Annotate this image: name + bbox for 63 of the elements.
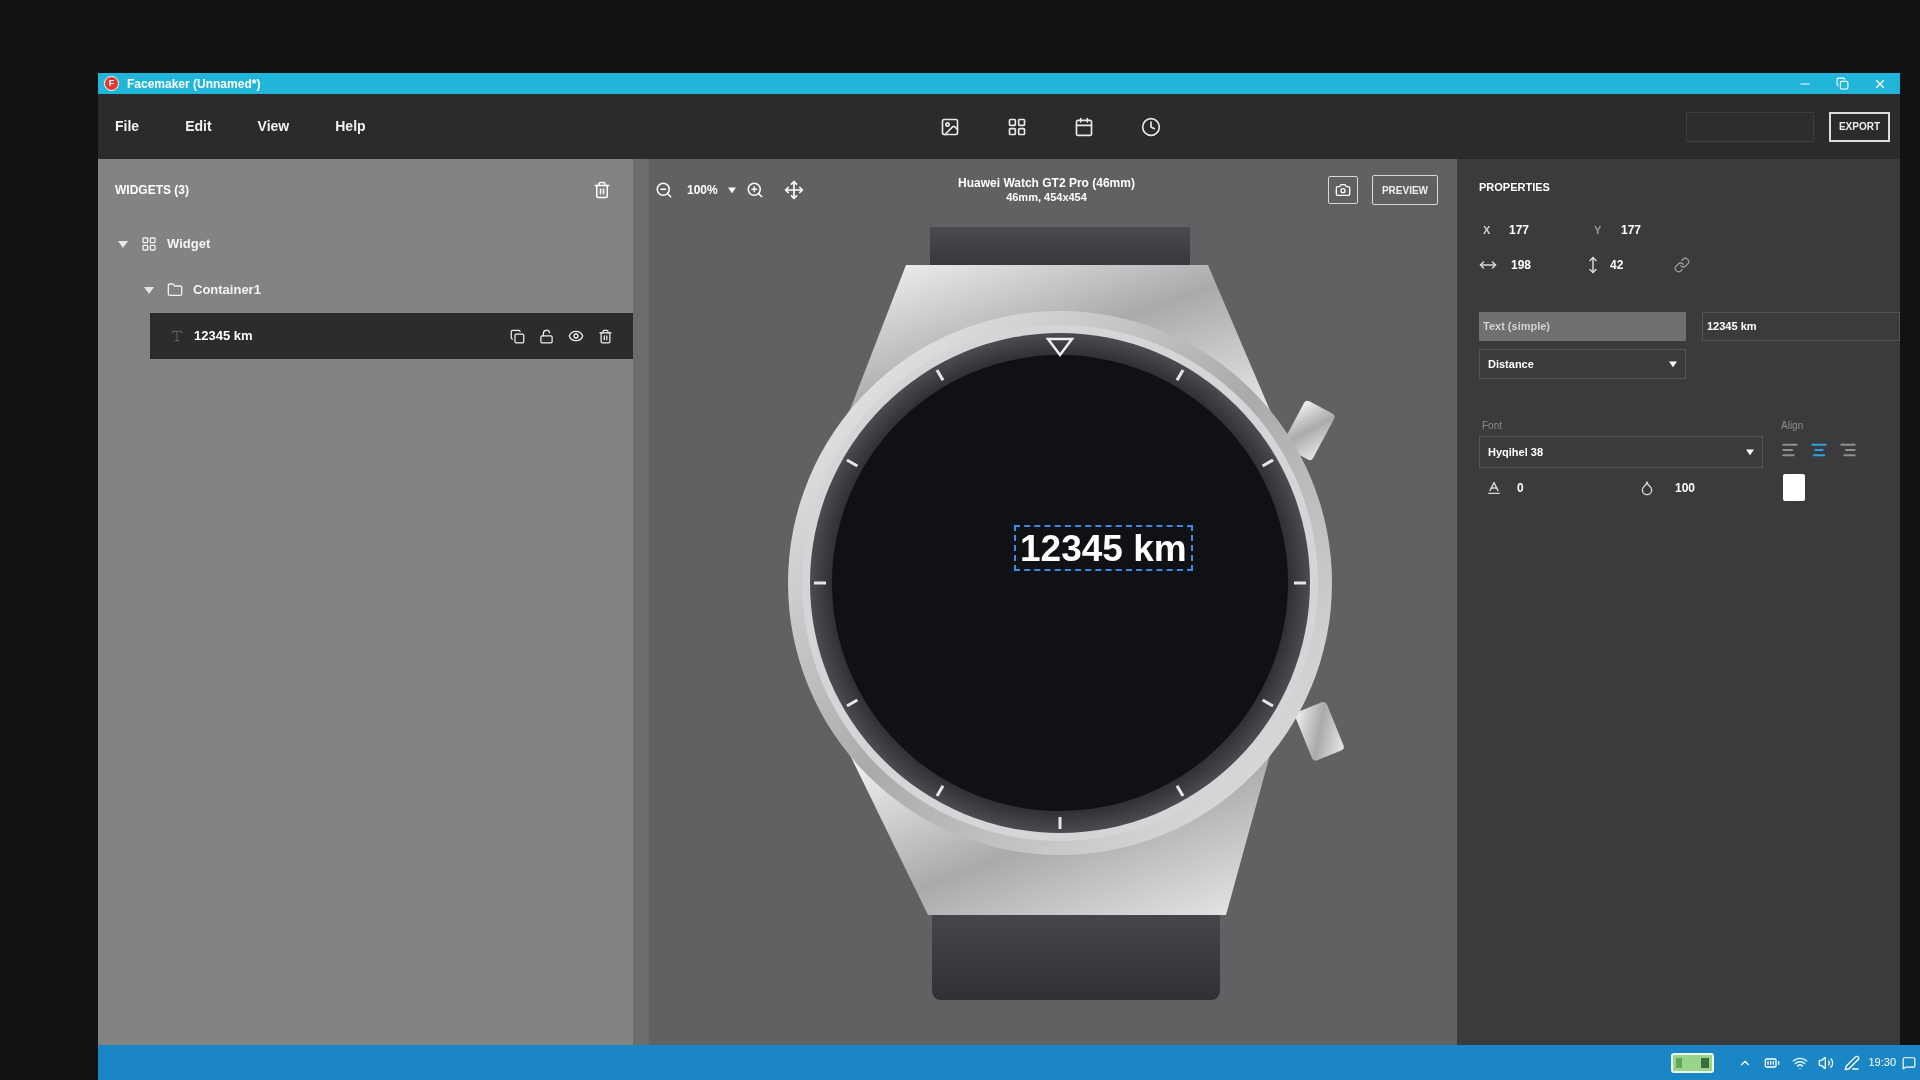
caret-icon	[727, 186, 736, 194]
caret-icon[interactable]	[144, 285, 154, 295]
zoom-out-icon[interactable]	[655, 181, 673, 199]
x-label: X	[1482, 222, 1492, 238]
pen-icon[interactable]	[1844, 1054, 1861, 1071]
y-value[interactable]: 177	[1621, 221, 1642, 239]
eye-icon[interactable]	[568, 328, 584, 344]
align-label: Align	[1781, 419, 1805, 433]
calendar-icon[interactable]	[1074, 116, 1094, 137]
opacity-value[interactable]: 100	[1675, 478, 1696, 497]
align-left-icon[interactable]	[1781, 441, 1799, 459]
width-value[interactable]: 198	[1511, 256, 1584, 274]
screenshot-button[interactable]	[1328, 176, 1358, 204]
text-icon	[170, 329, 184, 343]
opacity-icon	[1639, 479, 1655, 496]
menu-item[interactable]: Help	[335, 116, 366, 137]
height-value[interactable]: 42	[1610, 256, 1674, 274]
unlock-icon[interactable]	[539, 328, 554, 344]
menu-item[interactable]: File	[115, 116, 140, 137]
caret-icon[interactable]	[118, 239, 128, 249]
watch-face-text[interactable]: 12345 km	[1014, 525, 1193, 571]
window-title: Facemaker (Unnamed*)	[127, 75, 261, 93]
folder-icon	[167, 282, 183, 298]
align-right-icon[interactable]	[1839, 441, 1857, 459]
tree-item[interactable]: 12345 km	[150, 313, 633, 359]
menu-item[interactable]: View	[257, 116, 290, 137]
image-icon[interactable]	[940, 116, 960, 137]
letter-spacing-icon	[1486, 479, 1502, 496]
trash-icon[interactable]	[598, 328, 613, 344]
align-center-icon[interactable]	[1810, 441, 1828, 459]
menu-item[interactable]: Edit	[185, 116, 212, 137]
preview-button[interactable]: PREVIEW	[1372, 175, 1438, 205]
device-name: Huawei Watch GT2 Pro (46mm)	[958, 175, 1135, 191]
caret-icon	[1669, 360, 1677, 368]
zoom-dropdown[interactable]: 100%	[687, 181, 736, 199]
panel-title: WIDGETS (3)	[115, 182, 189, 199]
letter-spacing-value[interactable]: 0	[1517, 478, 1524, 497]
type-field: Text (simple)	[1479, 312, 1686, 341]
font-dropdown[interactable]: Hyqihel 38	[1479, 436, 1763, 468]
grid-icon[interactable]	[1007, 116, 1027, 137]
camera-icon	[1335, 182, 1351, 198]
zoom-in-icon[interactable]	[745, 181, 764, 199]
restore-icon[interactable]	[1836, 77, 1849, 90]
clock-icon[interactable]	[1141, 116, 1161, 137]
caret-icon	[1746, 448, 1754, 456]
font-label: Font	[1481, 419, 1503, 433]
panel-title: PROPERTIES	[1479, 180, 1551, 195]
notification-icon[interactable]	[1902, 1055, 1916, 1070]
speaker-icon[interactable]	[1818, 1054, 1835, 1071]
color-swatch[interactable]	[1783, 474, 1805, 501]
copy-icon[interactable]	[510, 328, 525, 344]
export-button[interactable]: EXPORT	[1828, 111, 1890, 142]
text-field[interactable]: 12345 km	[1702, 312, 1900, 341]
move-icon[interactable]	[783, 180, 804, 200]
data-source-dropdown[interactable]: Distance	[1479, 349, 1686, 379]
device-resolution: 46mm, 454x454	[1006, 190, 1087, 205]
clock-time[interactable]: 19:30	[1868, 1054, 1896, 1071]
grid-icon	[141, 236, 157, 252]
x-value[interactable]: 177	[1509, 221, 1594, 239]
status-indicator-icon[interactable]	[1671, 1052, 1715, 1073]
app-logo: F	[104, 76, 119, 91]
y-label: Y	[1594, 222, 1603, 238]
link-icon[interactable]	[1674, 257, 1690, 273]
